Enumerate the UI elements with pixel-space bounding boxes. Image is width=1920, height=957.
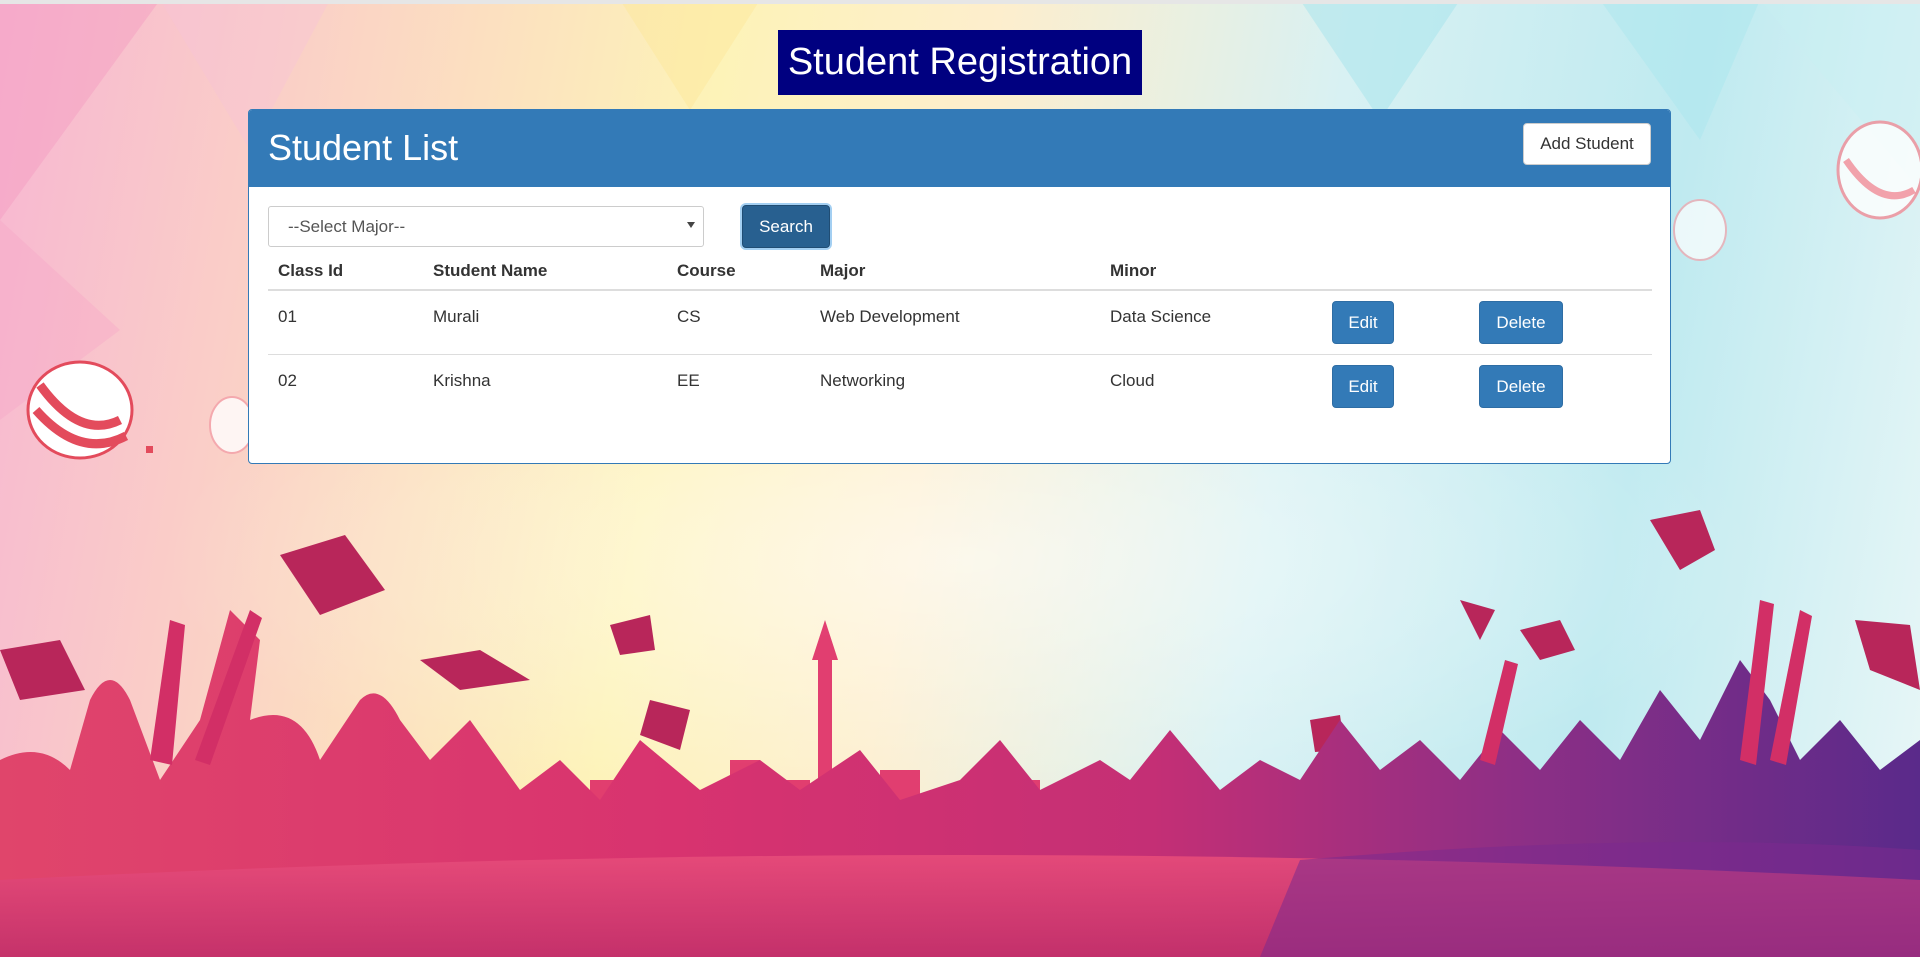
balloon-left — [26, 360, 153, 460]
student-list-panel: Student List Add Student --Select Major-… — [248, 109, 1671, 464]
cell-class-id: 01 — [278, 307, 297, 326]
top-border — [0, 0, 1920, 4]
cell-course: CS — [677, 307, 701, 326]
major-select-value: --Select Major-- — [288, 217, 406, 236]
header-major: Major — [820, 261, 866, 280]
cell-class-id: 02 — [278, 371, 297, 390]
cell-student-name: Murali — [433, 307, 480, 326]
panel-title: Student List — [268, 127, 459, 168]
header-course: Course — [677, 261, 736, 280]
add-student-button[interactable]: Add Student — [1523, 123, 1651, 165]
header-class-id: Class Id — [278, 261, 344, 280]
cell-minor: Cloud — [1110, 371, 1155, 390]
edit-button[interactable]: Edit — [1332, 301, 1394, 344]
cell-student-name: Krishna — [433, 371, 491, 390]
table-header: Class Id Student Name Course Major Minor — [268, 253, 1652, 291]
panel-heading: Student List Add Student — [249, 110, 1670, 187]
delete-button[interactable]: Delete — [1479, 301, 1563, 344]
page-title: Student Registration — [778, 30, 1142, 95]
caret-down-icon — [687, 222, 695, 228]
delete-button[interactable]: Delete — [1479, 365, 1563, 408]
table-row: 02 Krishna EE Networking Cloud Edit Dele… — [268, 355, 1652, 418]
major-select[interactable]: --Select Major-- — [268, 206, 704, 247]
student-table: Class Id Student Name Course Major Minor… — [268, 253, 1652, 418]
header-student-name: Student Name — [433, 261, 548, 280]
cell-course: EE — [677, 371, 700, 390]
cell-major: Web Development — [820, 307, 960, 326]
edit-button[interactable]: Edit — [1332, 365, 1394, 408]
table-row: 01 Murali CS Web Development Data Scienc… — [268, 291, 1652, 355]
search-button[interactable]: Search — [742, 205, 830, 248]
cell-major: Networking — [820, 371, 906, 390]
header-minor: Minor — [1110, 261, 1157, 280]
cell-minor: Data Science — [1110, 307, 1212, 326]
